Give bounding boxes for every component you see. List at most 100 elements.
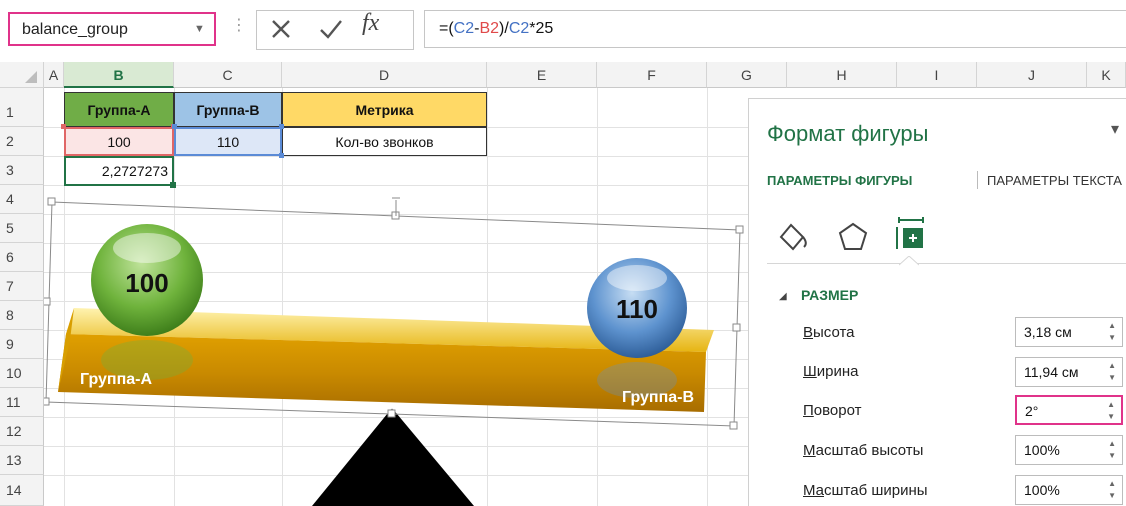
scale-height-spinner[interactable]: 100% ▲ ▼ xyxy=(1015,435,1123,465)
spin-down-icon[interactable]: ▼ xyxy=(1107,412,1115,421)
check-icon[interactable] xyxy=(318,16,344,42)
row-header[interactable]: 3 xyxy=(0,156,44,185)
cell-d2[interactable]: Кол-во звонков xyxy=(282,127,487,156)
spin-down-icon[interactable]: ▼ xyxy=(1108,333,1116,342)
right-group-label: Группа-В xyxy=(622,389,694,406)
row-header[interactable]: 4 xyxy=(0,185,44,214)
row-header[interactable]: 2 xyxy=(0,127,44,156)
size-properties-icon[interactable] xyxy=(893,215,929,255)
row-header[interactable]: 8 xyxy=(0,301,44,330)
balance-scale-shape[interactable]: 100 110 Группа-А Группа-В xyxy=(44,190,748,506)
col-header-k[interactable]: K xyxy=(1087,62,1126,88)
row-header[interactable]: 7 xyxy=(0,272,44,301)
col-header-g[interactable]: G xyxy=(707,62,787,88)
height-spinner[interactable]: 3,18 см ▲ ▼ xyxy=(1015,317,1123,347)
rotation-label: Поворот xyxy=(803,402,862,419)
left-group-label: Группа-А xyxy=(80,371,152,388)
active-pointer-icon xyxy=(899,256,919,266)
row-header[interactable]: 5 xyxy=(0,214,44,243)
cancel-icon[interactable] xyxy=(268,16,294,42)
insert-function-icon[interactable]: fx xyxy=(362,10,379,37)
panel-title: Формат фигуры xyxy=(767,121,929,146)
rotation-spinner[interactable]: 2° ▲ ▼ xyxy=(1015,395,1123,425)
rotation-label-text: оворот xyxy=(813,402,862,419)
rotation-value: 2° xyxy=(1025,403,1039,419)
height-label-accel: В xyxy=(803,324,814,341)
col-header-d[interactable]: D xyxy=(282,62,487,88)
cell-b3-active[interactable]: 2,2727273 xyxy=(64,156,174,186)
row-header[interactable]: 6 xyxy=(0,243,44,272)
row-header[interactable]: 1 xyxy=(0,98,44,127)
format-shape-panel: Формат фигуры ▾ ПАРАМЕТРЫ ФИГУРЫ ПАРАМЕТ… xyxy=(748,98,1126,506)
formula-ref-c2: C2 xyxy=(453,20,475,37)
scale-height-text: асштаб высоты xyxy=(815,442,924,459)
col-header-c[interactable]: C xyxy=(174,62,282,88)
spin-down-icon[interactable]: ▼ xyxy=(1108,491,1116,500)
width-value: 11,94 см xyxy=(1024,364,1079,380)
spin-up-icon[interactable]: ▲ xyxy=(1108,439,1116,448)
section-size-title[interactable]: РАЗМЕР xyxy=(801,287,858,303)
fill-line-icon[interactable] xyxy=(775,219,811,255)
width-spinner[interactable]: 11,94 см ▲ ▼ xyxy=(1015,357,1123,387)
rotation-label-accel: П xyxy=(803,402,814,419)
select-all-corner[interactable] xyxy=(0,62,44,88)
height-label-text: ысота xyxy=(813,324,855,341)
row-header[interactable]: 9 xyxy=(0,330,44,359)
row-header[interactable]: 12 xyxy=(0,417,44,446)
scale-width-spinner[interactable]: 100% ▲ ▼ xyxy=(1015,475,1123,505)
formula-bar: balance_group ▼ ⋮ fx =(C2-B2)/C2*25 xyxy=(0,0,1126,63)
col-header-i[interactable]: I xyxy=(897,62,977,88)
spin-up-icon[interactable]: ▲ xyxy=(1108,321,1116,330)
formula-ref-b2: B2 xyxy=(479,20,500,37)
row-header[interactable]: 11 xyxy=(0,388,44,417)
cell-c2[interactable]: 110 xyxy=(174,127,282,156)
name-box-value: balance_group xyxy=(22,21,128,38)
name-box[interactable]: balance_group ▼ xyxy=(8,12,216,46)
fulcrum-triangle xyxy=(312,408,474,506)
chevron-down-icon[interactable]: ▼ xyxy=(194,23,205,35)
tab-shape-options[interactable]: ПАРАМЕТРЫ ФИГУРЫ xyxy=(767,173,912,188)
formula-ref-c2: C2 xyxy=(508,20,530,37)
drag-handle-icon[interactable]: ⋮ xyxy=(231,18,247,34)
col-header-h[interactable]: H xyxy=(787,62,897,88)
fill-handle[interactable] xyxy=(170,182,176,188)
spin-up-icon[interactable]: ▲ xyxy=(1108,361,1116,370)
spin-up-icon[interactable]: ▲ xyxy=(1107,400,1115,409)
spin-up-icon[interactable]: ▲ xyxy=(1108,479,1116,488)
col-header-j[interactable]: J xyxy=(977,62,1087,88)
cell-c1[interactable]: Группа-В xyxy=(174,92,282,127)
formula-part: )/ xyxy=(499,20,509,37)
spin-down-icon[interactable]: ▼ xyxy=(1108,451,1116,460)
collapse-triangle-icon[interactable]: ◢ xyxy=(779,291,787,302)
cell-b2[interactable]: 100 xyxy=(64,127,174,156)
row-header[interactable]: 14 xyxy=(0,475,44,506)
tab-text-options[interactable]: ПАРАМЕТРЫ ТЕКСТА xyxy=(987,173,1122,188)
scale-width-label: Масштаб ширины xyxy=(803,482,928,499)
panel-options-icon[interactable]: ▾ xyxy=(1111,119,1119,139)
effects-pentagon-icon[interactable] xyxy=(835,219,871,255)
select-all-icon xyxy=(25,71,37,83)
col-header-e[interactable]: E xyxy=(487,62,597,88)
row-header[interactable]: 13 xyxy=(0,446,44,475)
cell-b1[interactable]: Группа-А xyxy=(64,92,174,127)
formula-input[interactable]: =(C2-B2)/C2*25 xyxy=(424,10,1126,48)
scale-width-text: сштаб ширины xyxy=(824,482,928,499)
formula-text: =(C2-B2)/C2*25 xyxy=(439,20,553,38)
ref-handle[interactable] xyxy=(172,124,177,129)
ref-handle[interactable] xyxy=(279,153,284,158)
scale-width-accel: Ма xyxy=(803,482,825,499)
cell-d1[interactable]: Метрика xyxy=(282,92,487,127)
row-header[interactable]: 10 xyxy=(0,359,44,388)
ref-handle[interactable] xyxy=(279,124,284,129)
ref-handle[interactable] xyxy=(61,124,66,129)
icon-divider xyxy=(767,263,1126,264)
col-header-b[interactable]: B xyxy=(64,62,174,88)
col-header-f[interactable]: F xyxy=(597,62,707,88)
right-ball-value: 110 xyxy=(616,294,658,324)
col-header-a[interactable]: A xyxy=(44,62,64,88)
scale-width-value: 100% xyxy=(1024,482,1060,498)
tab-separator xyxy=(977,171,978,189)
spin-down-icon[interactable]: ▼ xyxy=(1108,373,1116,382)
width-label-text: ирина xyxy=(816,363,859,380)
row-header-spacer xyxy=(0,88,44,98)
